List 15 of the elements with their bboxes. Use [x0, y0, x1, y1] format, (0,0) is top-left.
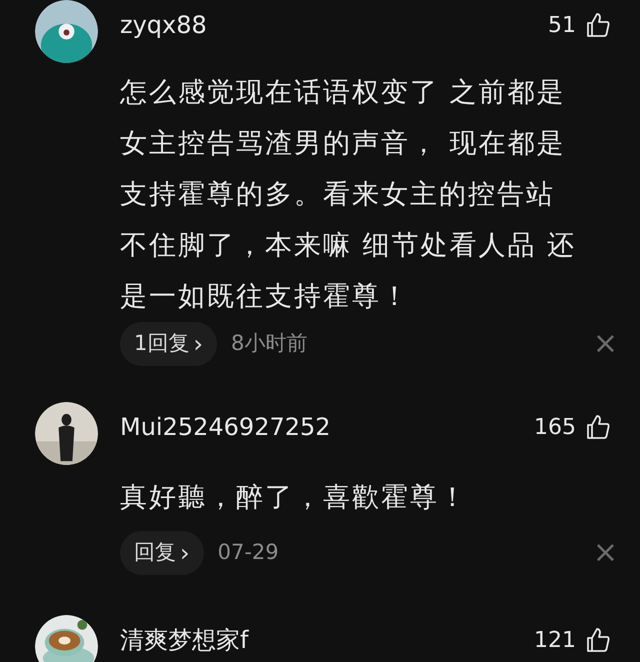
thumbs-up-icon[interactable]	[586, 414, 610, 440]
thumbs-up-icon[interactable]	[586, 12, 610, 38]
username[interactable]: zyqx88	[120, 7, 207, 43]
replies-button[interactable]: 回复 ›	[120, 531, 204, 575]
comment-text: 真好聽，醉了，喜歡霍尊！	[120, 481, 469, 515]
username[interactable]: 清爽梦想家f	[120, 622, 248, 658]
replies-button[interactable]: 1回复 ›	[120, 322, 217, 366]
thumbs-up-icon[interactable]	[586, 627, 610, 653]
like-count: 165	[534, 414, 576, 442]
timestamp: 07-29	[218, 539, 279, 566]
like-count: 121	[534, 626, 576, 654]
timestamp: 8小时前	[230, 330, 308, 358]
username[interactable]: Mui25246927252	[120, 409, 331, 445]
comment-text: 怎么感觉现在话语权变了 之前都是 女主控告骂渣男的声音， 现在都是 支持霍尊的多。看来女主的控告站 不住脚了，本来嘛 细节处看人品 还 是一如既往支持霍尊！	[120, 76, 578, 314]
like-count: 51	[548, 12, 576, 40]
